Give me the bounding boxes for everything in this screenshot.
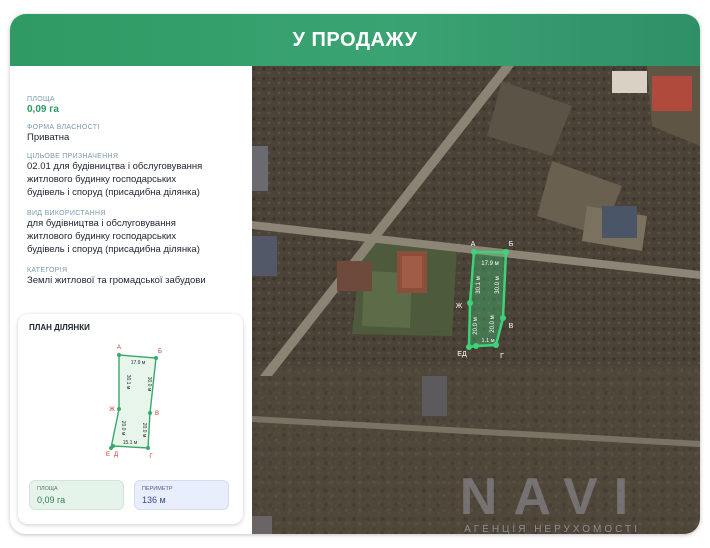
category-field: КАТЕГОРІЯ Землі житлової та громадської … — [27, 267, 249, 287]
map-vertex-zh: Ж — [456, 303, 463, 310]
purpose-label: ЦІЛЬОВЕ ПРИЗНАЧЕННЯ — [27, 153, 119, 160]
map-dim-bottom-short: 1.1 м — [482, 338, 495, 344]
map-vertex-marker — [500, 315, 506, 321]
plan-vertex-marker — [146, 446, 150, 450]
plan-vertex-v: В — [155, 411, 159, 417]
ownership-label: ФОРМА ВЛАСНОСТІ — [27, 124, 100, 131]
map-vertex-marker — [467, 300, 473, 306]
map-house — [252, 146, 268, 191]
plan-vertex-b: Б — [158, 349, 162, 355]
usage-label: ВИД ВИКОРИСТАННЯ — [27, 210, 106, 217]
map-dim-right-upper: 30.0 м — [495, 276, 501, 293]
area-value: 0,09 га — [27, 104, 59, 115]
area-label: ПЛОЩА — [27, 96, 55, 103]
watermark-tagline: АГЕНЦІЯ НЕРУХОМОСТІ — [464, 524, 640, 534]
map-vertex-ed: ЕД — [457, 351, 467, 358]
plot-plan-card: ПЛАН ДІЛЯНКИ А Б В Г Д Е Ж 17.9 м 30.1 м — [18, 314, 243, 524]
plan-area-stat: ПЛОЩА 0,09 га — [29, 480, 124, 510]
plan-dim-left-lower: 20.0 м — [120, 421, 126, 436]
purpose-field: ЦІЛЬОВЕ ПРИЗНАЧЕННЯ 02.01 для будівництв… — [27, 153, 249, 199]
plan-vertex-e: Е — [106, 452, 110, 458]
details-panel: ПЛОЩА 0,09 га ФОРМА ВЛАСНОСТІ Приватна Ц… — [10, 66, 252, 534]
plan-vertex-marker — [117, 407, 121, 411]
watermark-logo: NAVI — [460, 468, 644, 526]
map-vertex-marker — [473, 343, 479, 349]
header-title: У ПРОДАЖУ — [292, 28, 418, 51]
plan-vertex-zh: Ж — [109, 407, 115, 413]
map-dim-right-lower: 20.0 м — [490, 315, 496, 332]
map-house — [612, 71, 647, 93]
usage-line: будівель і споруд (присадибна ділянка) — [27, 244, 200, 255]
header-banner: У ПРОДАЖУ — [10, 14, 700, 66]
category-label: КАТЕГОРІЯ — [27, 267, 68, 274]
plan-dim-left-upper: 30.1 м — [125, 375, 131, 390]
plan-vertex-d: Д — [114, 452, 118, 458]
map-house — [252, 516, 272, 534]
map-vertex-marker — [466, 344, 472, 350]
map-vertex-a: А — [471, 241, 476, 248]
purpose-line: будівель і споруд (присадибна ділянка) — [27, 187, 200, 198]
map-house — [252, 236, 277, 276]
plan-dim-bottom: 15.1 м — [123, 440, 138, 446]
map-vertex-v: В — [509, 323, 514, 330]
usage-line: для будівництва і обслуговування — [27, 218, 176, 229]
map-vertex-b: Б — [509, 241, 514, 248]
plan-vertex-g: Г — [149, 454, 153, 460]
map-dim-left-lower: 20.0 м — [473, 317, 479, 334]
map-house — [652, 76, 692, 111]
usage-line: житлового будинку господарських — [27, 231, 177, 242]
usage-field: ВИД ВИКОРИСТАННЯ для будівництва і обслу… — [27, 210, 249, 256]
plan-vertex-marker — [148, 411, 152, 415]
map-house — [602, 206, 637, 238]
map-house — [337, 261, 372, 291]
map-vertex-marker — [471, 249, 477, 255]
map-vertex-g: Г — [500, 353, 504, 360]
listing-card: У ПРОДАЖУ ПЛОЩА 0,09 га ФОРМА ВЛАСНОСТІ … — [10, 14, 700, 534]
plot-plan-diagram: А Б В Г Д Е Ж 17.9 м 30.1 м 30.0 м 20.0 … — [106, 345, 162, 460]
map-dim-left-upper: 30.1 м — [476, 276, 482, 293]
plan-plot-outline — [109, 354, 157, 451]
satellite-map[interactable]: А Б В Г ЕД Ж 17.9 м 30.1 м 30.0 м 20.0 м… — [252, 66, 700, 534]
ownership-value: Приватна — [27, 132, 70, 143]
plan-vertex-marker — [117, 353, 121, 357]
plan-perimeter-stat: ПЕРИМЕТР 136 м — [134, 480, 229, 510]
ownership-field: ФОРМА ВЛАСНОСТІ Приватна — [27, 124, 249, 144]
plan-vertex-marker — [154, 356, 158, 360]
purpose-line: 02.01 для будівництва і обслуговування — [27, 161, 203, 172]
plan-perimeter-value: 136 м — [142, 495, 166, 505]
plan-vertex-a: А — [117, 345, 121, 351]
map-vertex-marker — [503, 249, 509, 255]
plan-area-value: 0,09 га — [37, 495, 66, 505]
plan-perimeter-label: ПЕРИМЕТР — [142, 486, 173, 492]
plan-vertex-marker — [109, 446, 113, 450]
map-house-roof — [402, 256, 422, 288]
category-value: Землі житлової та громадської забудови — [27, 275, 206, 286]
purpose-line: житлового будинку господарських — [27, 174, 177, 185]
plan-dim-top: 17.9 м — [131, 360, 146, 366]
plan-dim-right-upper: 30.0 м — [146, 377, 152, 392]
plan-area-label: ПЛОЩА — [37, 486, 58, 492]
area-field: ПЛОЩА 0,09 га — [27, 96, 249, 116]
plan-dim-right-lower: 20.0 м — [141, 423, 147, 438]
satellite-map-image: А Б В Г ЕД Ж 17.9 м 30.1 м 30.0 м 20.0 м… — [252, 66, 700, 534]
map-house — [422, 376, 447, 416]
map-dim-top: 17.9 м — [481, 261, 498, 267]
